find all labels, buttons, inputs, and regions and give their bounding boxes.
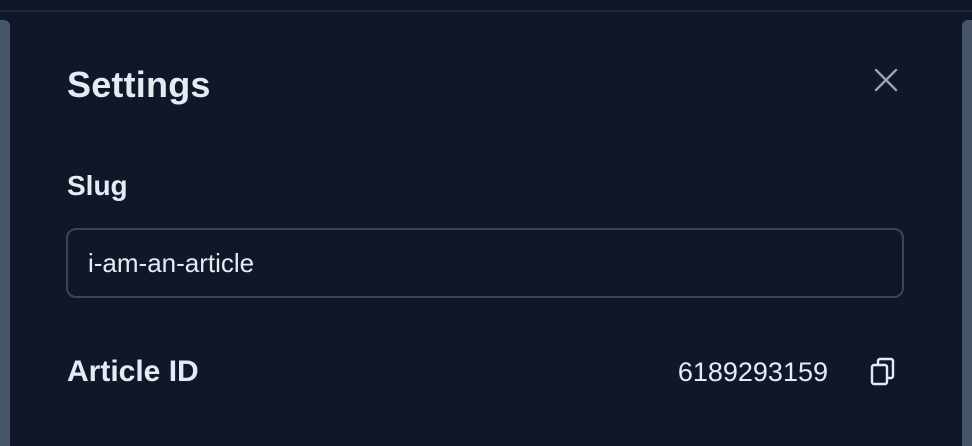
left-scrollbar[interactable] [0, 20, 10, 446]
top-divider [0, 0, 972, 12]
close-button[interactable] [872, 66, 900, 94]
slug-label: Slug [67, 170, 128, 201]
article-id-label: Article ID [67, 355, 199, 388]
article-id-value: 6189293159 [677, 357, 828, 387]
copy-id-button[interactable] [868, 356, 898, 388]
slug-input[interactable] [66, 228, 904, 298]
copy-icon [870, 357, 895, 386]
close-icon [874, 68, 898, 92]
right-scrollbar[interactable] [962, 20, 972, 446]
panel-title: Settings [67, 64, 211, 105]
app-window: Settings Slug Article ID 6189293159 [0, 0, 972, 446]
settings-panel: Settings Slug Article ID 6189293159 [20, 12, 952, 446]
